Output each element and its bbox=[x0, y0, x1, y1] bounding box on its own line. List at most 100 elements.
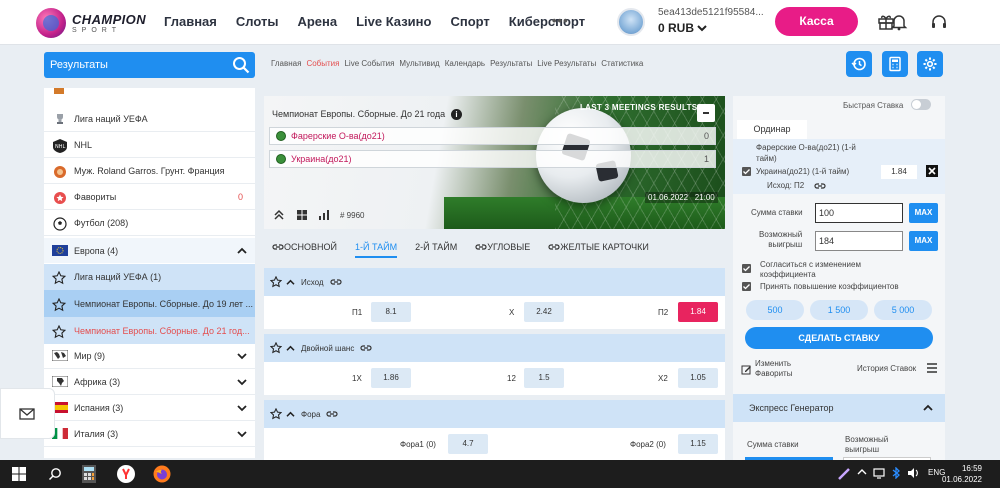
collapse-icon[interactable] bbox=[273, 209, 285, 221]
mail-widget[interactable] bbox=[0, 388, 55, 439]
market-header-outcome[interactable]: Исход bbox=[264, 268, 725, 296]
star-outline-icon[interactable] bbox=[52, 324, 68, 338]
edit-icon[interactable] bbox=[741, 364, 752, 375]
odd-button-12[interactable]: 1.5 bbox=[524, 368, 564, 388]
nav-esports[interactable]: Киберспорт bbox=[509, 14, 585, 29]
bet-history-link[interactable]: История Ставок bbox=[857, 364, 916, 374]
odd-button-x2[interactable]: 1.05 bbox=[678, 368, 718, 388]
stake-max-button[interactable]: MAX bbox=[909, 203, 938, 223]
yandex-browser-icon[interactable] bbox=[117, 465, 135, 483]
express-generator-header[interactable]: Экспресс Генератор bbox=[733, 394, 945, 422]
sidebar-item-italy[interactable]: Италия (3) bbox=[44, 421, 255, 447]
avatar[interactable] bbox=[617, 8, 645, 36]
chevron-up-icon[interactable] bbox=[286, 411, 295, 418]
place-bet-button[interactable]: СДЕЛАТЬ СТАВКУ bbox=[745, 327, 933, 349]
sidebar-item-uefa-nations[interactable]: Лига наций УЕФА bbox=[44, 106, 255, 132]
chevron-up-icon[interactable] bbox=[237, 247, 247, 255]
balance[interactable]: 0 RUB bbox=[658, 21, 708, 35]
agree-odds-checkbox[interactable] bbox=[742, 264, 751, 273]
crumb-live-results[interactable]: Live Результаты bbox=[537, 59, 596, 68]
nav-home[interactable]: Главная bbox=[164, 14, 217, 29]
quick-amount-5000[interactable]: 5 000 bbox=[874, 300, 932, 320]
sidebar-item-nhl[interactable]: NHL NHL bbox=[44, 132, 255, 158]
star-outline-icon[interactable] bbox=[52, 297, 68, 311]
tab-yellow-cards[interactable]: ЖЕЛТЫЕ КАРТОЧКИ bbox=[548, 242, 649, 252]
bet-checkbox[interactable] bbox=[742, 167, 751, 176]
sidebar-item-euro-u21[interactable]: Чемпионат Европы. Сборные. До 21 год... bbox=[44, 317, 255, 344]
sidebar-item-euro-u19[interactable]: Чемпионат Европы. Сборные. До 19 лет ... bbox=[44, 290, 255, 317]
sidebar-item-spain[interactable]: Испания (3) bbox=[44, 395, 255, 421]
tab-main[interactable]: ОСНОВНОЙ bbox=[272, 242, 337, 252]
nav-arena[interactable]: Арена bbox=[297, 14, 337, 29]
sidebar-item-football[interactable]: Футбол (208) bbox=[44, 210, 255, 236]
logo[interactable]: CHAMPION SPORT bbox=[36, 8, 146, 38]
change-favorites-link[interactable]: Изменить Фавориты bbox=[755, 359, 792, 379]
market-header-handicap[interactable]: Фора bbox=[264, 400, 725, 428]
stats-toggle-button[interactable] bbox=[697, 104, 715, 122]
network-icon[interactable] bbox=[873, 467, 885, 479]
odd-button-p2[interactable]: 1.84 bbox=[678, 302, 718, 322]
nav-live-casino[interactable]: Live Казино bbox=[356, 14, 431, 29]
odd-button-p1[interactable]: 8.1 bbox=[371, 302, 411, 322]
more-menu-icon[interactable]: ••• bbox=[552, 13, 569, 28]
star-outline-icon[interactable] bbox=[270, 276, 282, 288]
search-icon[interactable] bbox=[48, 467, 62, 481]
sidebar-item-favorites[interactable]: Фавориты 0 bbox=[44, 184, 255, 210]
star-outline-icon[interactable] bbox=[52, 271, 68, 285]
firefox-icon[interactable] bbox=[152, 464, 172, 484]
quick-bet-toggle[interactable] bbox=[911, 99, 931, 110]
crumb-multiview[interactable]: Мультивид bbox=[399, 59, 439, 68]
menu-icon[interactable] bbox=[927, 362, 937, 374]
sidebar-item-europe[interactable]: Европа (4) bbox=[44, 238, 255, 263]
bluetooth-icon[interactable] bbox=[891, 467, 901, 479]
close-icon[interactable] bbox=[926, 165, 938, 177]
system-clock[interactable]: 16:59 01.06.2022 bbox=[942, 463, 982, 485]
crumb-home[interactable]: Главная bbox=[271, 59, 301, 68]
tab-second-half[interactable]: 2-Й ТАЙМ bbox=[415, 242, 457, 252]
stats-icon[interactable] bbox=[318, 209, 330, 221]
crumb-events[interactable]: События bbox=[306, 59, 339, 68]
stylus-icon[interactable] bbox=[837, 467, 851, 481]
chevron-up-icon[interactable] bbox=[286, 279, 295, 286]
tab-first-half[interactable]: 1-Й ТАЙМ bbox=[354, 242, 398, 258]
star-outline-icon[interactable] bbox=[270, 342, 282, 354]
win-input[interactable]: 184 bbox=[815, 231, 903, 251]
crumb-results[interactable]: Результаты bbox=[490, 59, 532, 68]
search-input[interactable] bbox=[50, 57, 220, 73]
nav-sport[interactable]: Спорт bbox=[450, 14, 489, 29]
scoreboard-icon[interactable] bbox=[296, 209, 308, 221]
crumb-calendar[interactable]: Календарь bbox=[445, 59, 485, 68]
odd-button-1x[interactable]: 1.86 bbox=[371, 368, 411, 388]
chevron-up-icon[interactable] bbox=[857, 468, 867, 476]
odd-button-handicap1[interactable]: 4.7 bbox=[448, 434, 488, 454]
sidebar-item-world[interactable]: Мир (9) bbox=[44, 344, 255, 369]
nav-slots[interactable]: Слоты bbox=[236, 14, 279, 29]
tab-corners[interactable]: УГЛОВЫЕ bbox=[475, 242, 530, 252]
accept-higher-checkbox[interactable] bbox=[742, 282, 751, 291]
volume-icon[interactable] bbox=[907, 467, 919, 479]
search-icon[interactable] bbox=[232, 56, 250, 74]
sidebar-item-roland-garros[interactable]: Муж. Roland Garros. Грунт. Франция bbox=[44, 158, 255, 184]
settings-button[interactable] bbox=[917, 51, 943, 77]
odd-button-handicap2[interactable]: 1.15 bbox=[678, 434, 718, 454]
windows-start-icon[interactable] bbox=[12, 467, 26, 481]
chevron-down-icon[interactable] bbox=[237, 352, 247, 360]
chevron-up-icon[interactable] bbox=[923, 404, 933, 412]
headset-icon[interactable] bbox=[930, 13, 948, 31]
cashier-button[interactable]: Касса bbox=[775, 7, 858, 36]
quick-amount-1500[interactable]: 1 500 bbox=[810, 300, 868, 320]
sidebar-item-uefa-nations-league[interactable]: Лига наций УЕФА (1) bbox=[44, 264, 255, 290]
history-button[interactable] bbox=[846, 51, 872, 77]
sidebar-item-africa[interactable]: Африка (3) bbox=[44, 369, 255, 395]
calculator-app-icon[interactable] bbox=[82, 465, 96, 483]
stake-input[interactable]: 100 bbox=[815, 203, 903, 223]
star-outline-icon[interactable] bbox=[270, 408, 282, 420]
chevron-up-icon[interactable] bbox=[286, 345, 295, 352]
chevron-down-icon[interactable] bbox=[237, 430, 247, 438]
calculator-button[interactable] bbox=[882, 51, 908, 77]
crumb-live-events[interactable]: Live События bbox=[344, 59, 394, 68]
away-team-row[interactable]: Украина(до21) 1 bbox=[269, 150, 716, 168]
quick-amount-500[interactable]: 500 bbox=[746, 300, 804, 320]
odd-button-x[interactable]: 2.42 bbox=[524, 302, 564, 322]
chevron-down-icon[interactable] bbox=[237, 378, 247, 386]
